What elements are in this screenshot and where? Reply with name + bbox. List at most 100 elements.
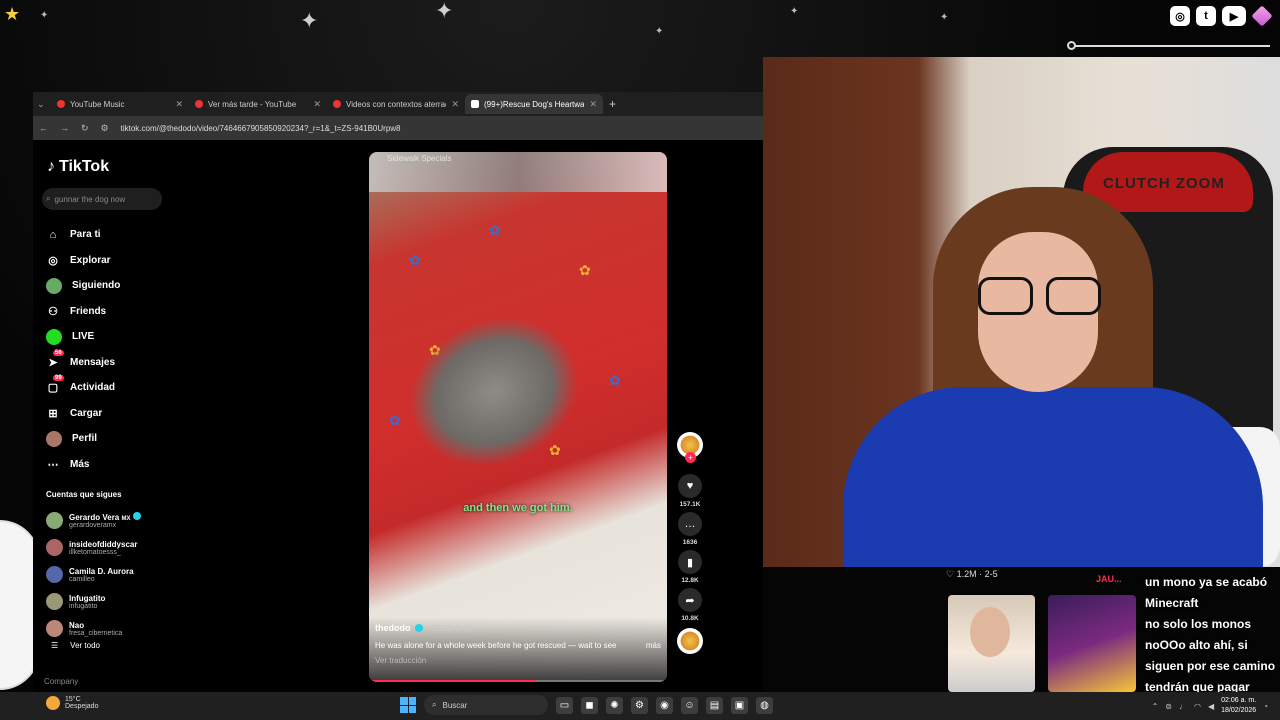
- avatar: [46, 593, 63, 610]
- sidebar-item-explorar[interactable]: ◎ Explorar: [46, 248, 120, 274]
- reload-icon[interactable]: ↻: [81, 123, 89, 134]
- notification-badge: 56: [53, 349, 64, 356]
- photos-icon[interactable]: ▣: [731, 696, 748, 714]
- obs-icon[interactable]: ◍: [756, 696, 773, 714]
- list-item[interactable]: Nao fresa_cibernetica: [46, 615, 141, 642]
- sidebar-item-label: Más: [70, 458, 90, 470]
- site-settings-icon[interactable]: ⚙: [101, 123, 109, 134]
- close-icon[interactable]: ✕: [589, 99, 597, 110]
- list-item[interactable]: Gerardo Vera MX gerardoveramx: [46, 507, 141, 534]
- chevron-up-icon[interactable]: ⌃: [1152, 702, 1159, 711]
- list-item[interactable]: Infugatito infugatito: [46, 588, 141, 615]
- tiktok-logo[interactable]: ♪ TikTok: [47, 158, 109, 176]
- glasses-lens: [1046, 277, 1101, 315]
- sidebar-item-cargar[interactable]: ⊞ Cargar: [46, 401, 120, 427]
- tab-search-icon[interactable]: ⌄: [37, 99, 51, 110]
- streamer-shirt: [843, 387, 1263, 567]
- network-icon[interactable]: ⊜: [1165, 702, 1172, 711]
- video-description: He was alone for a whole week before he …: [375, 641, 617, 650]
- follow-plus-icon[interactable]: +: [685, 452, 696, 463]
- chrome-icon[interactable]: ◉: [656, 696, 673, 714]
- company-link[interactable]: Company: [44, 677, 78, 686]
- new-tab-icon[interactable]: +: [609, 97, 616, 111]
- sidebar-item-mensajes[interactable]: ➤ 56 Mensajes: [46, 349, 120, 376]
- video-progress[interactable]: [369, 680, 667, 682]
- url-field[interactable]: tiktok.com/@thedodo/video/74646679058509…: [121, 124, 401, 133]
- paw-icon: ✿: [609, 372, 621, 388]
- teams-icon[interactable]: ◼: [581, 696, 598, 714]
- bookmark-button[interactable]: ▮ 12.8K: [676, 550, 704, 584]
- sidebar-nav: ⌂ Para ti ◎ Explorar Siguiendo ⚇ Friends: [46, 222, 120, 477]
- sparkle-icon: ✦: [790, 6, 799, 17]
- copilot-icon[interactable]: ✺: [606, 696, 623, 714]
- video-thumbnail[interactable]: [1048, 595, 1136, 692]
- home-icon: ⌂: [49, 228, 57, 241]
- avatar: [46, 566, 63, 583]
- taskbar-apps: ⌕ Buscar ▭ ◼ ✺ ⚙ ◉ ☺ ▤ ▣ ◍: [400, 695, 773, 715]
- tab-watch-later[interactable]: Ver más tarde - YouTube ✕: [189, 94, 327, 114]
- youtube-icon: [57, 100, 65, 108]
- sidebar-item-live[interactable]: LIVE: [46, 324, 120, 350]
- taskbar: 15°C Despejado ⌕ Buscar ▭ ◼ ✺ ⚙ ◉ ☺ ▤ ▣ …: [0, 692, 1280, 720]
- heart-icon: ♥: [678, 474, 702, 498]
- taskbar-search[interactable]: ⌕ Buscar: [424, 695, 548, 715]
- windows-start-icon[interactable]: [400, 697, 416, 713]
- messages-icon: ➤: [48, 356, 58, 369]
- volume-icon[interactable]: ◀: [1208, 702, 1214, 711]
- video-player[interactable]: Sidewalk Specials ✿ ✿ ✿ ✿ ✿ ✿ ✿ and then…: [369, 152, 667, 682]
- tab-youtube-music[interactable]: YouTube Music ✕: [51, 94, 189, 114]
- sidebar-item-perfil[interactable]: Perfil: [46, 426, 120, 452]
- like-button[interactable]: ♥ 157.1K: [676, 474, 704, 508]
- search-input[interactable]: ⌕ gunnar the dog now: [42, 188, 162, 210]
- overlay-dot: [1067, 41, 1076, 50]
- discord-icon[interactable]: ☺: [681, 696, 698, 714]
- list-item[interactable]: Camila D. Aurora camilleo: [46, 561, 141, 588]
- sidebar-item-label: Para ti: [70, 229, 101, 241]
- paw-icon: ✿: [409, 252, 421, 268]
- close-icon[interactable]: ✕: [175, 99, 183, 110]
- instagram-icon: ◎: [1170, 6, 1190, 26]
- sidebar-item-actividad[interactable]: ▢ 99 Actividad: [46, 375, 120, 401]
- clock[interactable]: 02:06 a. m. 18/02/2026: [1221, 696, 1256, 716]
- sparkle-icon: ✦: [300, 8, 319, 33]
- clock-date: 18/02/2026: [1221, 707, 1257, 714]
- sidebar-item-para-ti[interactable]: ⌂ Para ti: [46, 222, 120, 248]
- music-disc-icon[interactable]: [677, 628, 703, 654]
- list-item[interactable]: insideofdiddyscar illketomatoesss_: [46, 534, 141, 561]
- account-handle: illketomatoesss_: [69, 548, 121, 556]
- notifications-icon[interactable]: ◔: [1263, 702, 1268, 711]
- sidebar-item-label: Mensajes: [70, 356, 116, 368]
- tab-videos[interactable]: Videos con contextos aterrador ✕: [327, 94, 465, 114]
- see-all-button[interactable]: ☰ Ver todo: [51, 641, 100, 650]
- video-thumbnail[interactable]: [948, 595, 1035, 692]
- sidebar-item-label: Cargar: [70, 407, 103, 419]
- paw-icon: ✿: [389, 412, 401, 428]
- more-link[interactable]: más: [646, 641, 661, 650]
- youtube-icon: [195, 100, 203, 108]
- back-icon[interactable]: ←: [39, 123, 48, 133]
- weather-widget[interactable]: 15°C Despejado: [46, 696, 98, 710]
- sidebar-item-mas[interactable]: ⋯ Más: [46, 452, 120, 478]
- microphone-icon[interactable]: ♩: [1179, 702, 1187, 711]
- wifi-icon[interactable]: ◠: [1194, 702, 1201, 711]
- tab-tiktok[interactable]: (99+)Rescue Dog's Heartwarmi ✕: [465, 94, 603, 114]
- comment-button[interactable]: … 1636: [676, 512, 704, 546]
- close-icon[interactable]: ✕: [451, 99, 459, 110]
- task-view-icon[interactable]: ▭: [556, 696, 573, 714]
- creator-avatar[interactable]: +: [677, 432, 703, 463]
- share-button[interactable]: ➦ 10.8K: [676, 588, 704, 622]
- sparkle-icon: ✦: [655, 26, 664, 37]
- settings-icon[interactable]: ⚙: [631, 696, 648, 714]
- folder-icon[interactable]: ▤: [706, 696, 723, 714]
- sidebar-item-friends[interactable]: ⚇ Friends: [46, 299, 120, 325]
- translate-link[interactable]: Ver traducción: [375, 656, 661, 665]
- close-icon[interactable]: ✕: [313, 99, 321, 110]
- verified-icon: [132, 512, 141, 520]
- compass-icon: ◎: [48, 254, 58, 267]
- video-author[interactable]: thedodo: [375, 623, 411, 633]
- sidebar-item-siguiendo[interactable]: Siguiendo: [46, 273, 120, 299]
- sparkle-icon: ✦: [435, 0, 454, 23]
- forward-icon[interactable]: →: [60, 123, 69, 133]
- tiktok-page: ♪ TikTok ⌕ gunnar the dog now ⌂ Para ti …: [33, 144, 763, 692]
- notification-badge: 99: [53, 375, 64, 381]
